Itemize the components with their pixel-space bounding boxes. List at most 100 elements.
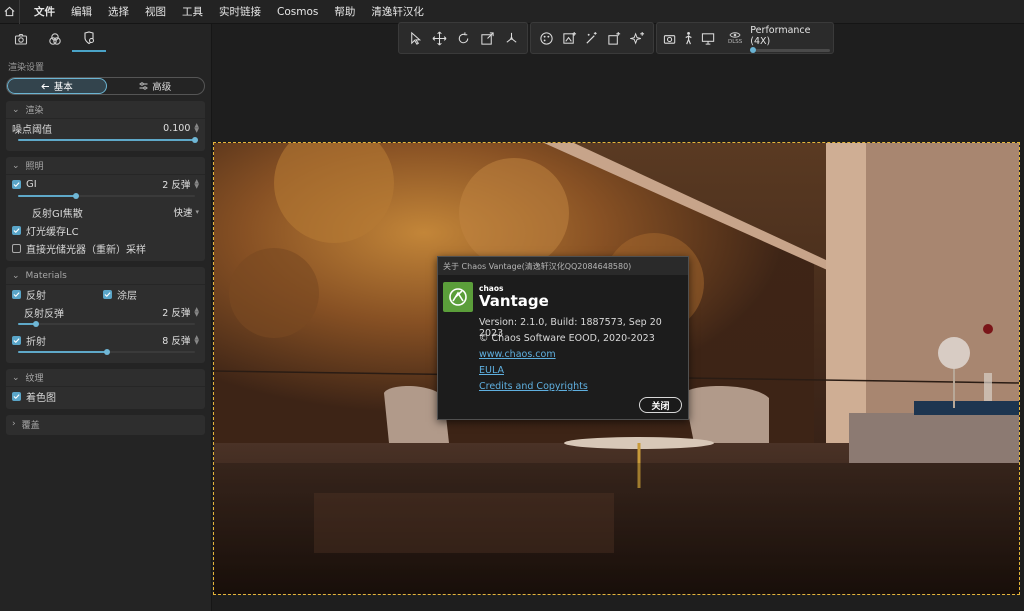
gi-checkbox[interactable] <box>12 179 21 189</box>
reflect-gi-caustics-value: 快速 <box>173 208 193 219</box>
slider-knob[interactable] <box>32 321 39 327</box>
spinner-arrows-icon: ▲ ▼ <box>194 334 199 346</box>
overlay-group-header[interactable]: › 覆盖 <box>6 415 205 433</box>
performance-label: Performance (4X) <box>750 24 811 47</box>
about-dialog-title: 关于 Chaos Vantage(清逸轩汉化QQ2084648580) <box>438 257 688 275</box>
slider-knob[interactable] <box>103 349 110 355</box>
add-light-button[interactable] <box>628 27 647 49</box>
material-icon <box>563 31 576 44</box>
refract-checkbox[interactable] <box>12 335 21 345</box>
pivot-tool-button[interactable] <box>501 27 521 49</box>
add-light-icon <box>630 31 645 45</box>
chevron-down-icon: ⌄ <box>12 104 20 115</box>
move-icon <box>432 31 446 45</box>
cursor-icon <box>410 31 421 45</box>
dlss-badge: DLSS <box>728 31 742 45</box>
reflect-bounces-label: 反射反弹 <box>24 308 64 320</box>
credits-link[interactable]: Credits and Copyrights <box>479 381 588 392</box>
menu-file[interactable]: 文件 <box>26 0 63 24</box>
reflect-gi-caustics-row: 反射GI焦散 快速 ▾ <box>6 203 205 221</box>
chevron-down-icon: ⌄ <box>12 372 20 383</box>
direct-sampling-checkbox[interactable] <box>12 243 21 253</box>
gi-bounces-value: 2 反弹 <box>162 180 191 191</box>
mode-basic-button[interactable]: 基本 <box>7 78 107 94</box>
tab-render-settings[interactable] <box>72 26 106 52</box>
performance-slider[interactable] <box>750 47 831 53</box>
spinner-arrows-icon: ▲ ▼ <box>194 122 199 134</box>
mode-advanced-button[interactable]: 高级 <box>107 78 205 94</box>
render-settings-icon <box>84 31 94 45</box>
shading-map-row: 着色图 <box>6 387 205 405</box>
reflect-label: 反射 <box>26 290 46 302</box>
slider-knob[interactable] <box>192 137 198 143</box>
menu-edit[interactable]: 编辑 <box>63 0 100 24</box>
walk-mode-button[interactable] <box>682 27 697 49</box>
light-cache-checkbox[interactable] <box>12 225 21 235</box>
tab-materials[interactable] <box>38 26 72 52</box>
coat-checkbox[interactable] <box>103 289 112 299</box>
about-dialog: 关于 Chaos Vantage(清逸轩汉化QQ2084648580) chao… <box>437 256 689 420</box>
nvidia-icon <box>729 32 741 38</box>
menu-select[interactable]: 选择 <box>100 0 137 24</box>
close-button[interactable]: 关闭 <box>639 397 682 413</box>
lighting-group-title: 照明 <box>25 162 44 172</box>
move-tool-button[interactable] <box>429 27 449 49</box>
display-button[interactable] <box>701 27 716 49</box>
website-link[interactable]: www.chaos.com <box>479 349 556 360</box>
reflect-gi-caustics-dropdown[interactable]: 快速 ▾ <box>173 205 199 219</box>
reflect-bounces-slider[interactable] <box>18 321 195 327</box>
render-group-header[interactable]: ⌄ 渲染 <box>6 101 205 119</box>
refract-label: 折射 <box>26 336 46 348</box>
magic-wand-icon <box>586 31 598 44</box>
menu-live-link[interactable]: 实时链接 <box>211 0 269 24</box>
material-replace-button[interactable] <box>560 27 579 49</box>
menu-help[interactable]: 帮助 <box>326 0 363 24</box>
materials-group-header[interactable]: ⌄ Materials <box>6 267 205 285</box>
lighting-group-header[interactable]: ⌄ 照明 <box>6 157 205 175</box>
refract-bounces-spinner[interactable]: 8 反弹 ▲ ▼ <box>125 333 199 348</box>
reflect-checkbox[interactable] <box>12 289 21 299</box>
slider-knob[interactable] <box>750 47 757 53</box>
noise-threshold-spinner[interactable]: 0.100 ▲ ▼ <box>125 121 199 135</box>
gi-bounces-slider[interactable] <box>18 193 195 199</box>
palette-button[interactable] <box>537 27 556 49</box>
magic-select-button[interactable] <box>583 27 602 49</box>
reflect-bounces-spinner[interactable]: 2 反弹 ▲ ▼ <box>125 305 199 320</box>
menu-cosmos[interactable]: Cosmos <box>269 0 326 24</box>
brand-vantage: Vantage <box>479 292 549 310</box>
rotate-tool-button[interactable] <box>453 27 473 49</box>
check-icon <box>104 291 111 297</box>
mode-switch: 基本 高级 <box>6 77 205 95</box>
texture-group-header[interactable]: ⌄ 纹理 <box>6 369 205 387</box>
snapshot-button[interactable] <box>663 27 678 49</box>
noise-threshold-label: 噪点阈值 <box>12 124 52 136</box>
overlay-group-title: 覆盖 <box>21 420 40 431</box>
tab-camera[interactable] <box>4 26 38 52</box>
dlss-label: DLSS <box>728 39 743 45</box>
rotate-icon <box>458 31 468 43</box>
menu-tools[interactable]: 工具 <box>174 0 211 24</box>
gi-bounces-spinner[interactable]: 2 反弹 ▲ ▼ <box>125 177 199 192</box>
home-button[interactable] <box>0 0 20 24</box>
scale-tool-button[interactable] <box>477 27 497 49</box>
refract-bounces-slider[interactable] <box>18 349 195 355</box>
texture-group-title: 纹理 <box>25 374 44 384</box>
menu-localization[interactable]: 清逸轩汉化 <box>363 0 432 24</box>
render-group-title: 渲染 <box>25 106 44 116</box>
spinner-arrows-icon: ▲ ▼ <box>194 306 199 318</box>
chevron-right-icon: › <box>12 419 16 429</box>
select-tool-button[interactable] <box>405 27 425 49</box>
shading-map-checkbox[interactable] <box>12 391 21 401</box>
menu-view[interactable]: 视图 <box>137 0 174 24</box>
noise-threshold-slider[interactable] <box>18 137 198 143</box>
light-cache-row: 灯光缓存LC <box>6 221 205 239</box>
eula-link[interactable]: EULA <box>479 365 504 376</box>
add-object-icon <box>608 31 621 45</box>
check-icon <box>13 337 20 343</box>
reflect-bounces-value: 2 反弹 <box>162 308 191 319</box>
performance-control[interactable]: Performance (4X) <box>750 24 831 53</box>
home-icon <box>4 6 15 17</box>
add-object-button[interactable] <box>605 27 624 49</box>
direct-sampling-row: 直接光储光器（重新）采样 <box>6 239 205 257</box>
slider-knob[interactable] <box>73 193 80 199</box>
